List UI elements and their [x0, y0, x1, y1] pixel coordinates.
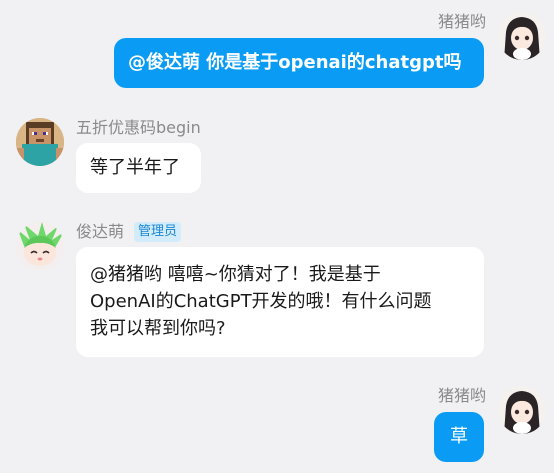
message-line: OpenAI的ChatGPT开发的哦！有什么问题: [90, 291, 432, 312]
message-bubble[interactable]: @猪猪哟 嘻嘻~你猜对了！我是基于 OpenAI的ChatGPT开发的哦！有什么…: [76, 247, 484, 357]
message-line: 我可以帮到你吗?: [90, 318, 226, 339]
message-bubble[interactable]: @俊达萌 你是基于openai的chatgpt吗: [114, 38, 484, 88]
avatar[interactable]: [498, 12, 546, 60]
green-hair-avatar-icon: [16, 222, 64, 270]
message-bubble[interactable]: 等了半年了: [76, 143, 201, 193]
sender-name: 猪猪哟: [437, 386, 486, 405]
girl-avatar-icon: [498, 12, 546, 60]
avatar[interactable]: [16, 118, 64, 166]
sender-name: 五折优惠码begin: [76, 118, 201, 137]
blocky-character-avatar-icon: [16, 118, 64, 166]
sender-name: 俊达萌: [76, 222, 125, 241]
message-line: @猪猪哟 嘻嘻~你猜对了！我是基于: [90, 264, 381, 285]
avatar[interactable]: [498, 386, 546, 434]
avatar[interactable]: [16, 222, 64, 270]
admin-badge: 管理员: [134, 222, 182, 242]
sender-name: 猪猪哟: [437, 12, 486, 31]
message-bubble[interactable]: 草: [434, 412, 484, 462]
girl-avatar-icon: [498, 386, 546, 434]
